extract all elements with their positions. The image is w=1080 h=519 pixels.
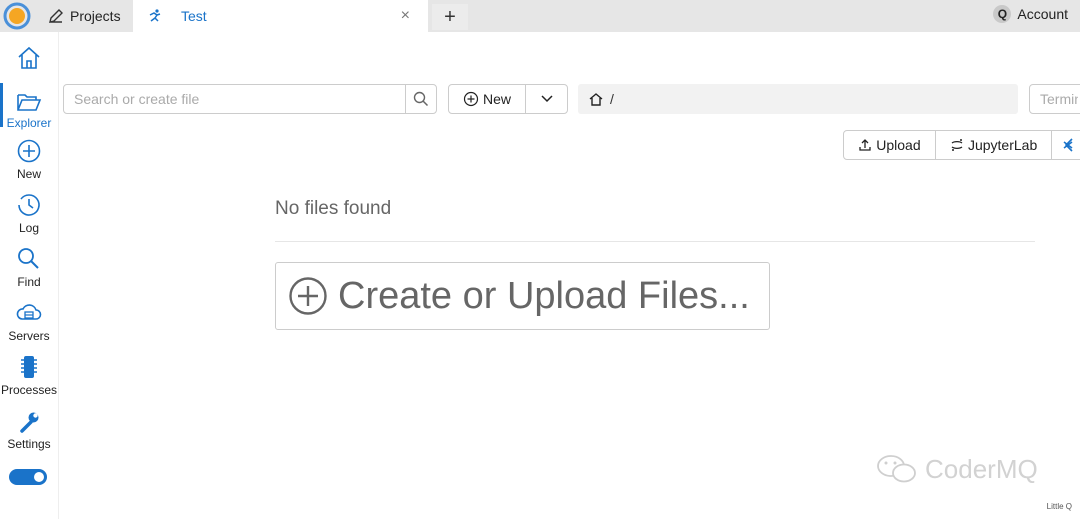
tab-test-label: Test — [181, 8, 207, 24]
new-button[interactable]: New — [449, 85, 526, 113]
terminal-box — [1029, 84, 1080, 114]
sidebar-item-processes[interactable]: Processes — [0, 354, 58, 397]
search-input[interactable] — [64, 85, 405, 113]
sidebar: Explorer New Log Find Servers Processes … — [0, 32, 59, 519]
new-menu-toggle[interactable] — [526, 85, 567, 113]
avatar: Q — [993, 5, 1012, 23]
search-icon — [413, 91, 429, 107]
wechat-icon — [877, 455, 916, 483]
upload-label: Upload — [876, 137, 921, 153]
sidebar-toggle-switch[interactable] — [9, 469, 47, 485]
sidebar-item-label: Settings — [7, 437, 51, 451]
wrench-icon — [20, 412, 39, 433]
sidebar-item-label: Processes — [0, 383, 58, 397]
tab-projects[interactable]: Projects — [38, 0, 132, 32]
sidebar-item-label: Servers — [8, 329, 50, 343]
plus-circle-icon — [289, 277, 327, 315]
pencil-icon — [49, 9, 63, 23]
tab-projects-label: Projects — [70, 8, 121, 24]
home-icon — [18, 46, 40, 69]
search-button[interactable] — [405, 85, 436, 113]
plus-circle-icon — [463, 91, 479, 107]
folder-open-icon — [17, 94, 42, 111]
search-box — [63, 84, 437, 114]
new-button-label: New — [482, 91, 511, 107]
breadcrumb-path[interactable]: / — [610, 91, 614, 107]
cocalc-logo-icon[interactable] — [3, 2, 31, 30]
upload-button[interactable]: Upload — [844, 131, 936, 159]
home-icon[interactable] — [588, 92, 604, 107]
top-bar: Projects Test × + Q Account — [0, 0, 1080, 32]
jupyterlab-button[interactable]: JupyterLab — [936, 131, 1053, 159]
add-tab-button[interactable]: + — [432, 4, 468, 30]
search-icon — [18, 248, 39, 269]
sidebar-item-label: Log — [18, 221, 40, 235]
jupyterlab-label: JupyterLab — [967, 137, 1038, 153]
sidebar-item-settings[interactable]: Settings — [0, 408, 58, 451]
breadcrumb: / — [578, 84, 1018, 114]
sidebar-item-explorer[interactable]: Explorer — [0, 83, 58, 130]
sidebar-item-label: Find — [17, 275, 41, 289]
create-or-upload-button[interactable]: Create or Upload Files... — [275, 262, 770, 330]
account-button[interactable]: Q Account — [993, 5, 1068, 23]
vscode-icon — [1063, 138, 1073, 152]
action-button-group: Upload JupyterLab — [843, 130, 1080, 160]
terminal-input[interactable] — [1030, 91, 1080, 107]
tab-test[interactable]: Test × — [133, 0, 428, 32]
watermark-small-text: Little Q — [1046, 502, 1072, 511]
create-or-upload-label: Create or Upload Files... — [338, 274, 750, 317]
upload-icon — [859, 139, 871, 151]
sidebar-item-find[interactable]: Find — [0, 246, 58, 289]
sidebar-item-servers[interactable]: Servers — [0, 300, 58, 343]
watermark-text: CoderMQ — [925, 453, 1038, 484]
chip-icon — [21, 356, 37, 378]
sidebar-item-new[interactable]: New — [0, 138, 58, 181]
sidebar-item-label: New — [16, 167, 41, 181]
account-label: Account — [1017, 6, 1068, 22]
cloud-server-icon — [16, 304, 42, 320]
history-icon — [18, 194, 40, 216]
sidebar-item-log[interactable]: Log — [0, 192, 58, 235]
new-dropdown: New — [448, 84, 568, 114]
empty-state-message: No files found — [275, 198, 392, 219]
plus-circle-icon — [17, 139, 41, 163]
vscode-button[interactable] — [1052, 131, 1080, 159]
sidebar-item-label: Explorer — [6, 116, 52, 130]
tab-close-icon[interactable]: × — [401, 7, 410, 25]
chevron-down-icon — [540, 95, 553, 103]
running-person-icon — [149, 9, 161, 22]
sidebar-item-home[interactable] — [0, 44, 58, 70]
divider — [275, 241, 1035, 242]
watermark: CoderMQ — [875, 452, 1038, 486]
jupyter-icon — [951, 139, 963, 151]
